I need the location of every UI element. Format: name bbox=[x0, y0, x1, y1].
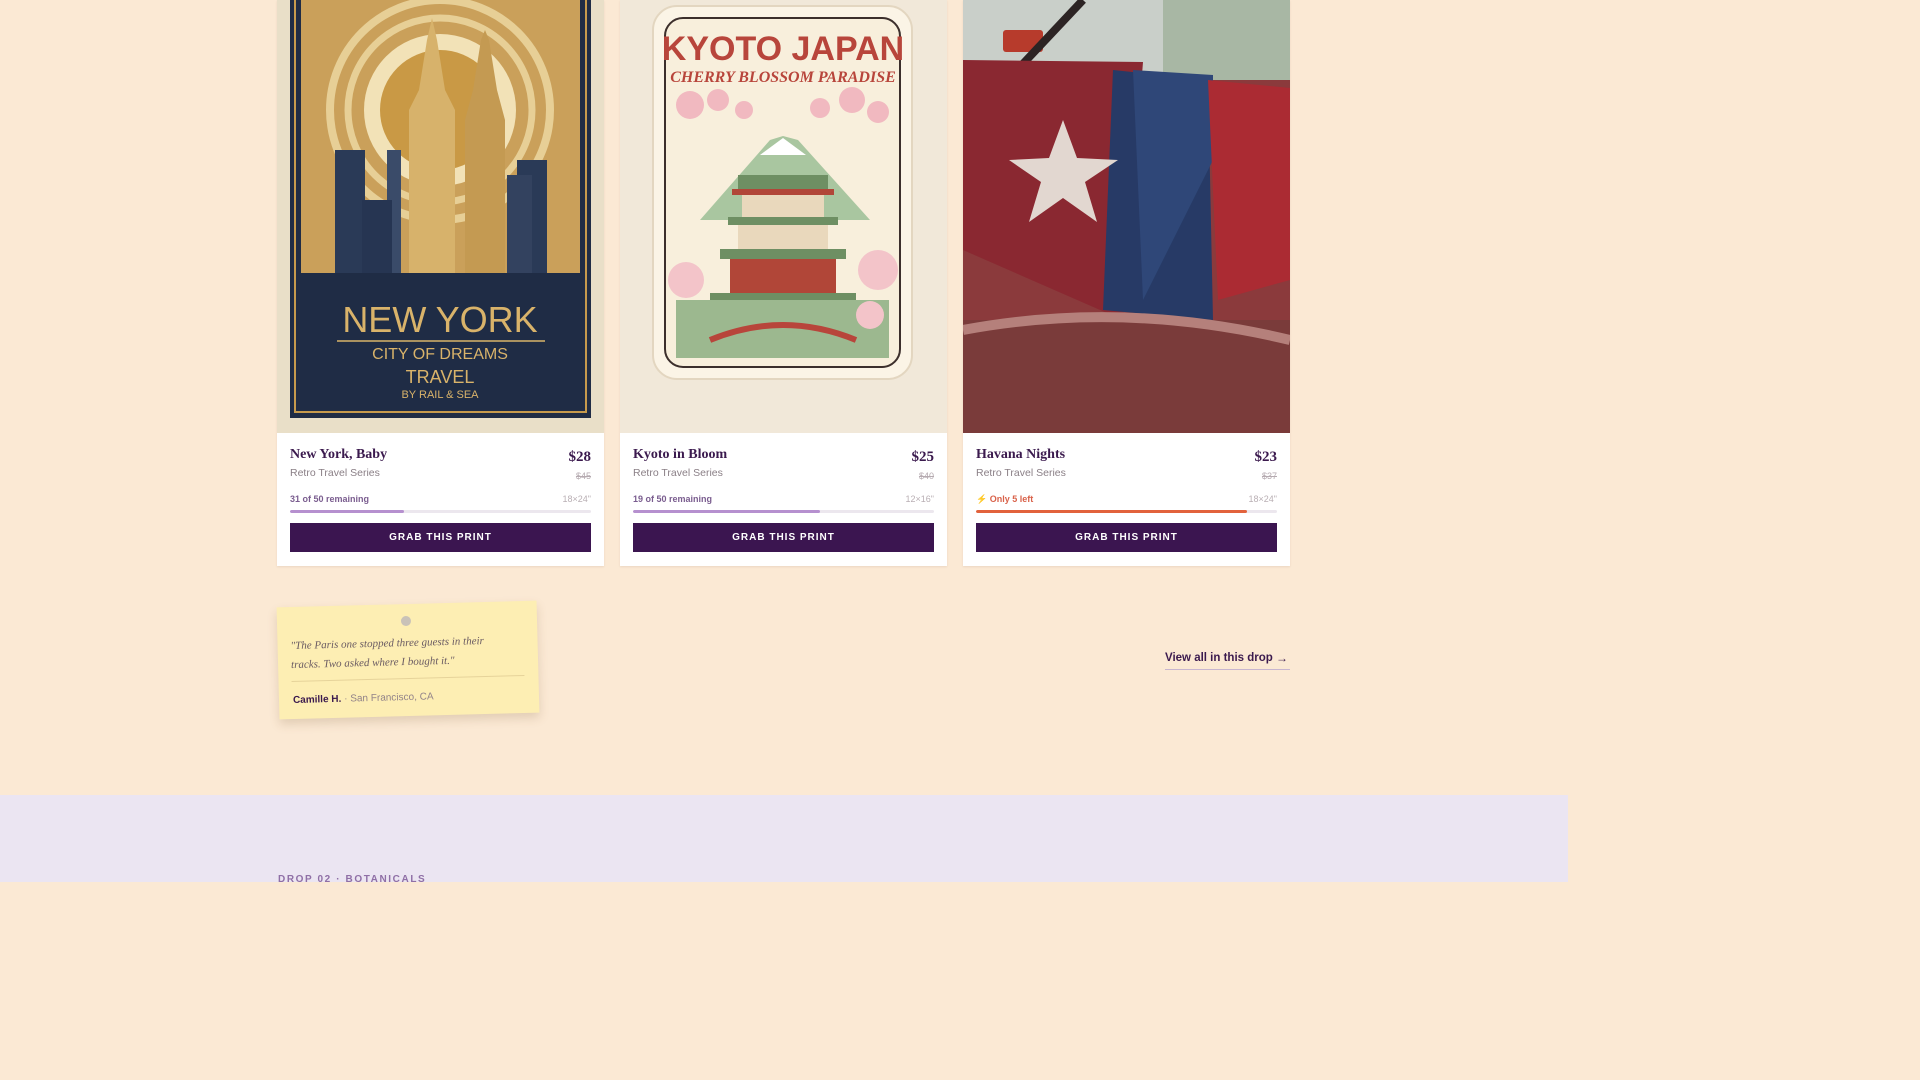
product-original-price: $40 bbox=[918, 471, 934, 481]
stock-row: 19 of 50 remaining 12×16" bbox=[633, 494, 934, 506]
new-york-poster-image[interactable]: NEW YORK CITY OF DREAMS TRAVEL BY RAIL &… bbox=[277, 0, 604, 433]
poster-line-text: TRAVEL bbox=[406, 367, 475, 387]
product-title[interactable]: Kyoto in Bloom bbox=[633, 447, 727, 463]
view-all-label: View all in this drop bbox=[1165, 652, 1273, 664]
arrow-right-icon: → bbox=[1276, 651, 1288, 665]
product-card[interactable]: Havana Nights Retro Travel Series $23 $3… bbox=[963, 0, 1290, 566]
product-card[interactable]: NEW YORK CITY OF DREAMS TRAVEL BY RAIL &… bbox=[277, 0, 604, 566]
print-size: 18×24" bbox=[562, 494, 591, 504]
testimonial-location: · San Francisco, CA bbox=[341, 691, 434, 705]
poster-subtitle-text: CITY OF DREAMS bbox=[372, 346, 508, 363]
print-size: 12×16" bbox=[905, 494, 934, 504]
stock-remaining-text: 19 of 50 remaining bbox=[633, 494, 713, 504]
product-series: Retro Travel Series bbox=[290, 467, 380, 479]
product-title[interactable]: Havana Nights bbox=[976, 447, 1065, 463]
print-size: 18×24" bbox=[1248, 494, 1277, 504]
next-section-eyebrow: DROP 02 · BOTANICALS bbox=[278, 874, 427, 885]
product-title[interactable]: New York, Baby bbox=[290, 447, 387, 463]
low-stock-warning: ⚡ Only 5 left bbox=[976, 494, 1034, 504]
testimonial-author-line: Camille H. · San Francisco, CA bbox=[293, 691, 434, 706]
stock-remaining-text: 31 of 50 remaining bbox=[290, 494, 370, 504]
next-section-background bbox=[0, 795, 1568, 882]
product-original-price: $45 bbox=[575, 471, 591, 481]
stock-row: ⚡ Only 5 left 18×24" bbox=[976, 494, 1277, 506]
divider bbox=[291, 674, 525, 683]
stock-progress-fill bbox=[290, 510, 405, 513]
pin-icon bbox=[400, 615, 412, 627]
view-all-link[interactable]: View all in this drop → bbox=[1165, 651, 1290, 670]
kyoto-poster-image[interactable]: KYOTO JAPAN CHERRY BLOSSOM PARADISE bbox=[620, 0, 947, 433]
stock-progress-bar bbox=[290, 510, 591, 513]
grab-print-button[interactable]: GRAB THIS PRINT bbox=[976, 523, 1277, 552]
product-price: $25 bbox=[911, 449, 935, 465]
testimonial-note: "The Paris one stopped three guests in t… bbox=[276, 600, 540, 720]
stock-progress-fill bbox=[633, 510, 820, 513]
poster-subtitle-text: CHERRY BLOSSOM PARADISE bbox=[670, 69, 896, 86]
stock-row: 31 of 50 remaining 18×24" bbox=[290, 494, 591, 506]
product-price: $28 bbox=[568, 449, 592, 465]
product-series: Retro Travel Series bbox=[976, 467, 1066, 479]
grab-print-button[interactable]: GRAB THIS PRINT bbox=[633, 523, 934, 552]
poster-title-text: NEW YORK bbox=[342, 299, 537, 340]
product-card[interactable]: KYOTO JAPAN CHERRY BLOSSOM PARADISE Kyot… bbox=[620, 0, 947, 566]
product-price: $23 bbox=[1254, 449, 1278, 465]
testimonial-quote: "The Paris one stopped three guests in t… bbox=[290, 635, 485, 672]
stock-progress-bar bbox=[976, 510, 1277, 513]
poster-line-text: BY RAIL & SEA bbox=[401, 389, 479, 401]
poster-title-text: KYOTO JAPAN bbox=[662, 30, 904, 68]
product-series: Retro Travel Series bbox=[633, 467, 723, 479]
testimonial-author: Camille H. bbox=[292, 693, 342, 707]
stock-progress-fill bbox=[976, 510, 1247, 513]
grab-print-button[interactable]: GRAB THIS PRINT bbox=[290, 523, 591, 552]
stock-progress-bar bbox=[633, 510, 934, 513]
havana-flag-photo[interactable] bbox=[963, 0, 1290, 433]
product-original-price: $37 bbox=[1261, 471, 1277, 481]
